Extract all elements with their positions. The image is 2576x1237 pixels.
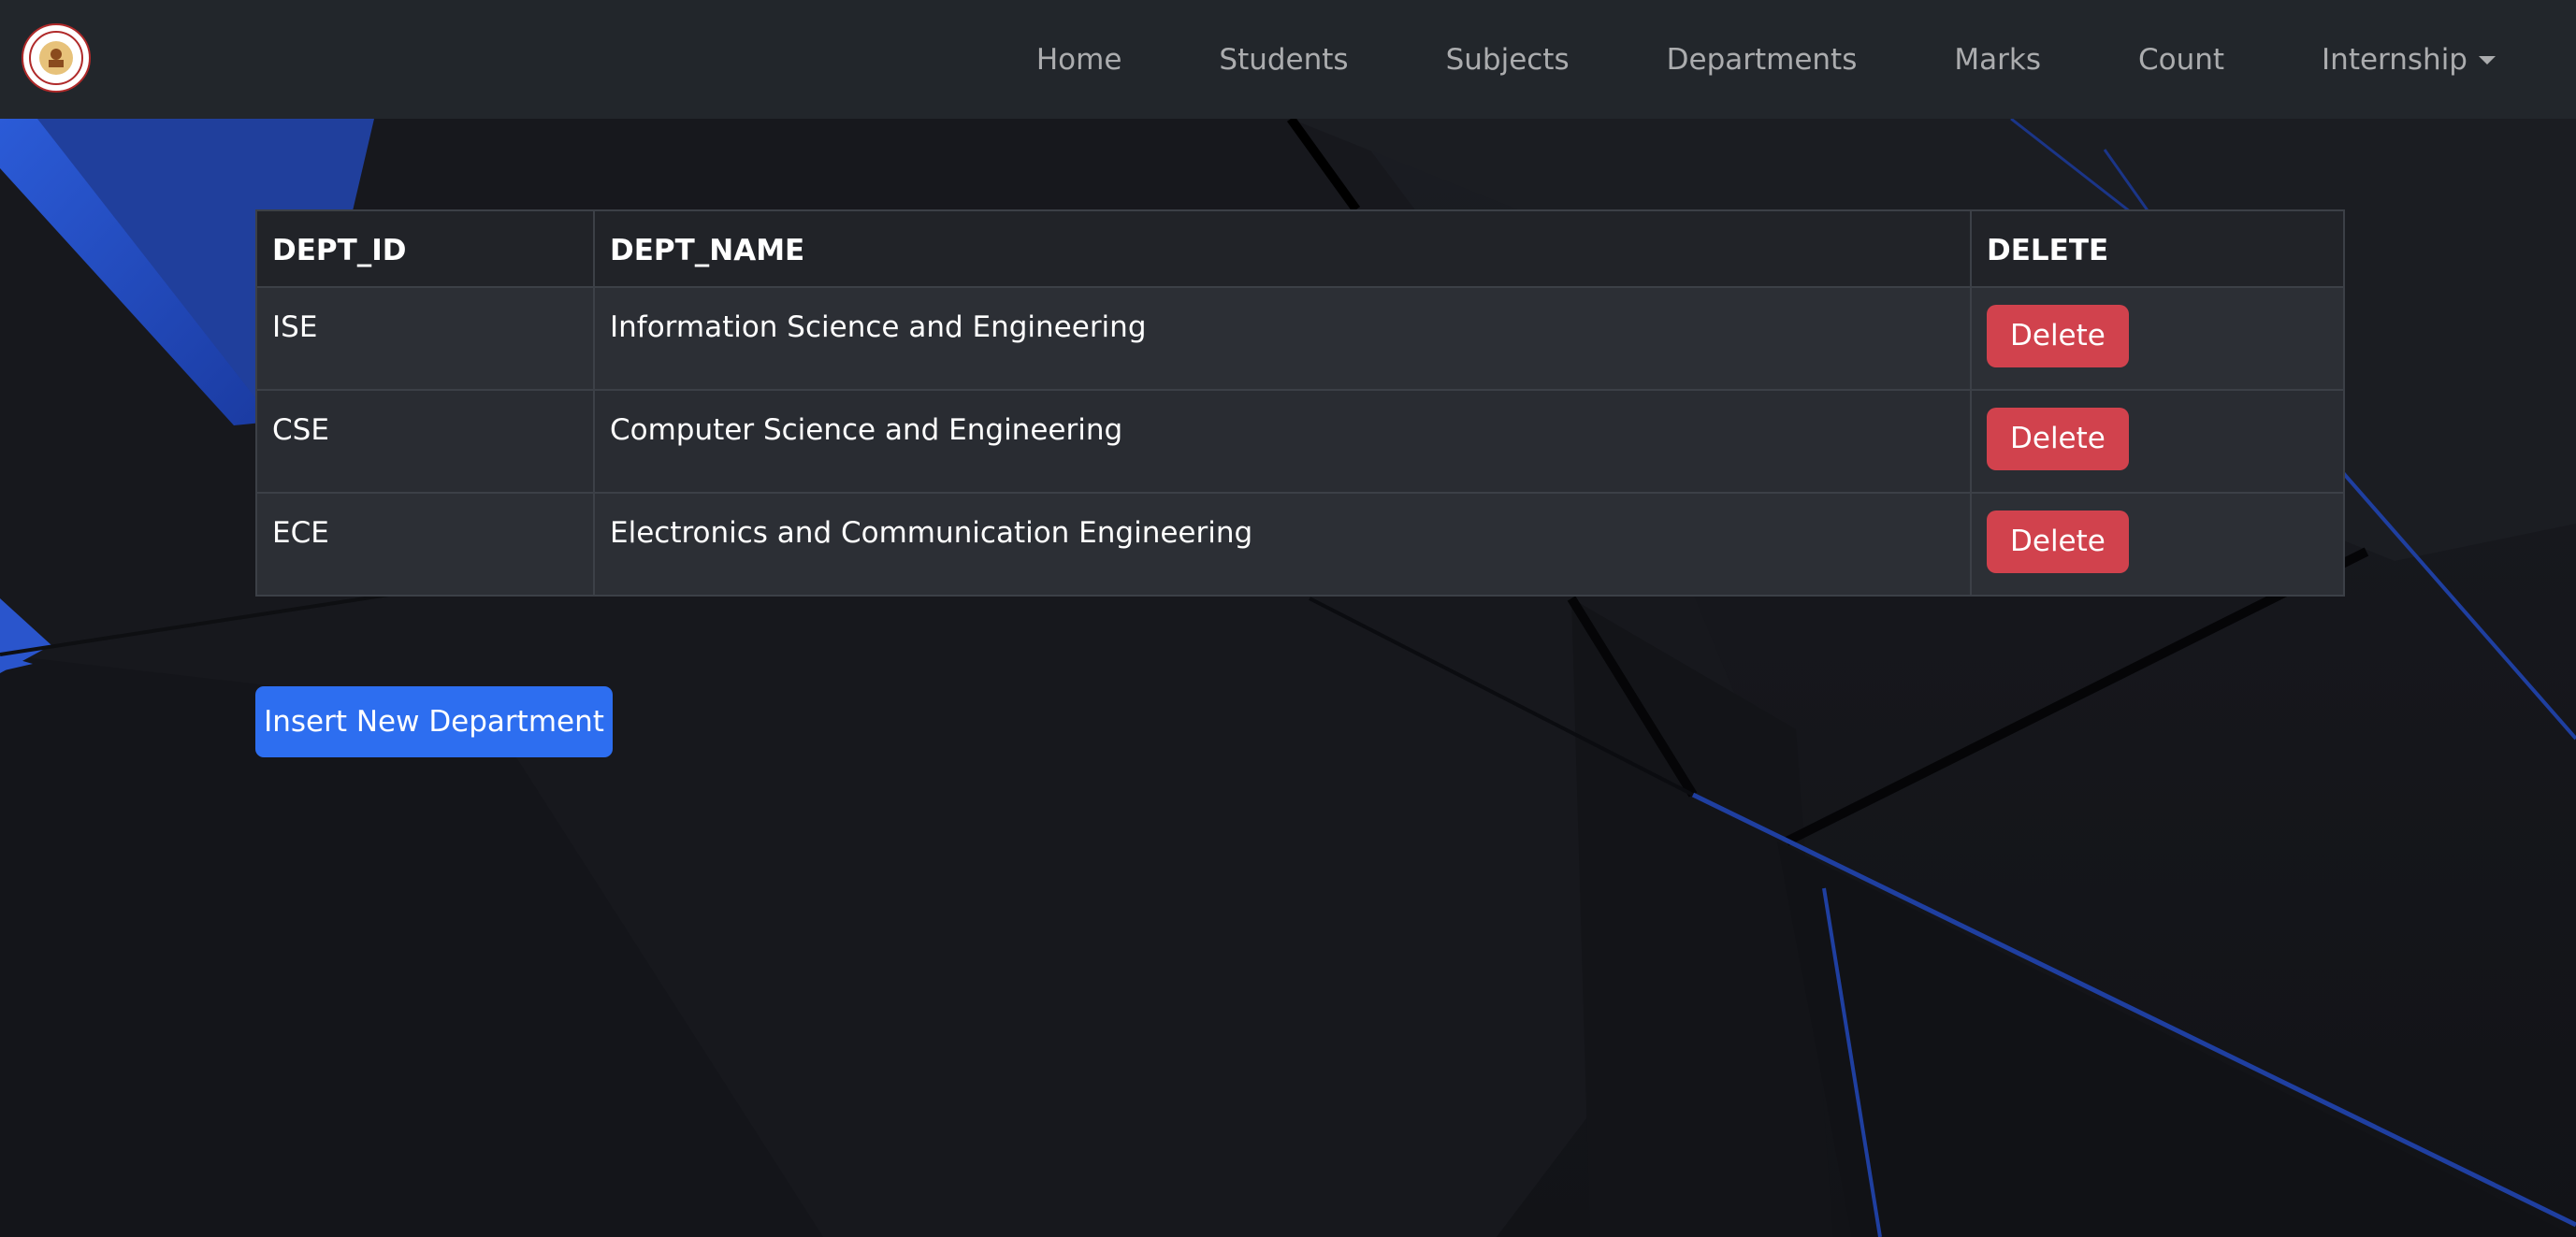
insert-new-department-button[interactable]: Insert New Department (255, 686, 613, 757)
cell-delete: Delete (1970, 286, 2345, 391)
nav-students[interactable]: Students (1170, 43, 1397, 77)
background-graphic (0, 116, 2576, 1237)
nav-departments[interactable]: Departments (1618, 43, 1906, 77)
nav-internship-label: Internship (2322, 42, 2467, 77)
delete-button[interactable]: Delete (1987, 511, 2129, 573)
cell-dept-name: Information Science and Engineering (593, 286, 1972, 391)
page: Home Students Subjects Departments Marks… (0, 0, 2576, 1237)
header-delete: DELETE (1970, 209, 2345, 288)
nav-subjects[interactable]: Subjects (1397, 43, 1618, 77)
table-row: CSE Computer Science and Engineering Del… (255, 389, 2345, 494)
top-navbar: Home Students Subjects Departments Marks… (0, 0, 2576, 119)
departments-table: DEPT_ID DEPT_NAME DELETE ISE Information… (255, 209, 2345, 597)
nav-marks[interactable]: Marks (1905, 43, 2090, 77)
nav-internship-dropdown[interactable]: Internship (2273, 43, 2496, 77)
table-header: DEPT_ID DEPT_NAME DELETE (255, 209, 2345, 288)
cell-delete: Delete (1970, 492, 2345, 597)
table-row: ECE Electronics and Communication Engine… (255, 492, 2345, 597)
table-row: ISE Information Science and Engineering … (255, 286, 2345, 391)
nav-count[interactable]: Count (2090, 43, 2273, 77)
nav-home[interactable]: Home (988, 43, 1171, 77)
delete-button[interactable]: Delete (1987, 408, 2129, 470)
header-dept-id: DEPT_ID (255, 209, 595, 288)
chevron-down-icon (2479, 56, 2496, 65)
departments-table-container: DEPT_ID DEPT_NAME DELETE ISE Information… (255, 209, 2345, 597)
delete-button[interactable]: Delete (1987, 305, 2129, 367)
table-header-row: DEPT_ID DEPT_NAME DELETE (255, 209, 2345, 288)
cell-dept-id: ISE (255, 286, 595, 391)
cell-dept-name: Electronics and Communication Engineerin… (593, 492, 1972, 597)
cell-delete: Delete (1970, 389, 2345, 494)
table-body: ISE Information Science and Engineering … (255, 286, 2345, 597)
cell-dept-id: CSE (255, 389, 595, 494)
cell-dept-name: Computer Science and Engineering (593, 389, 1972, 494)
nav-links: Home Students Subjects Departments Marks… (988, 0, 2496, 119)
cell-dept-id: ECE (255, 492, 595, 597)
college-seal-logo[interactable] (21, 22, 92, 93)
header-dept-name: DEPT_NAME (593, 209, 1972, 288)
